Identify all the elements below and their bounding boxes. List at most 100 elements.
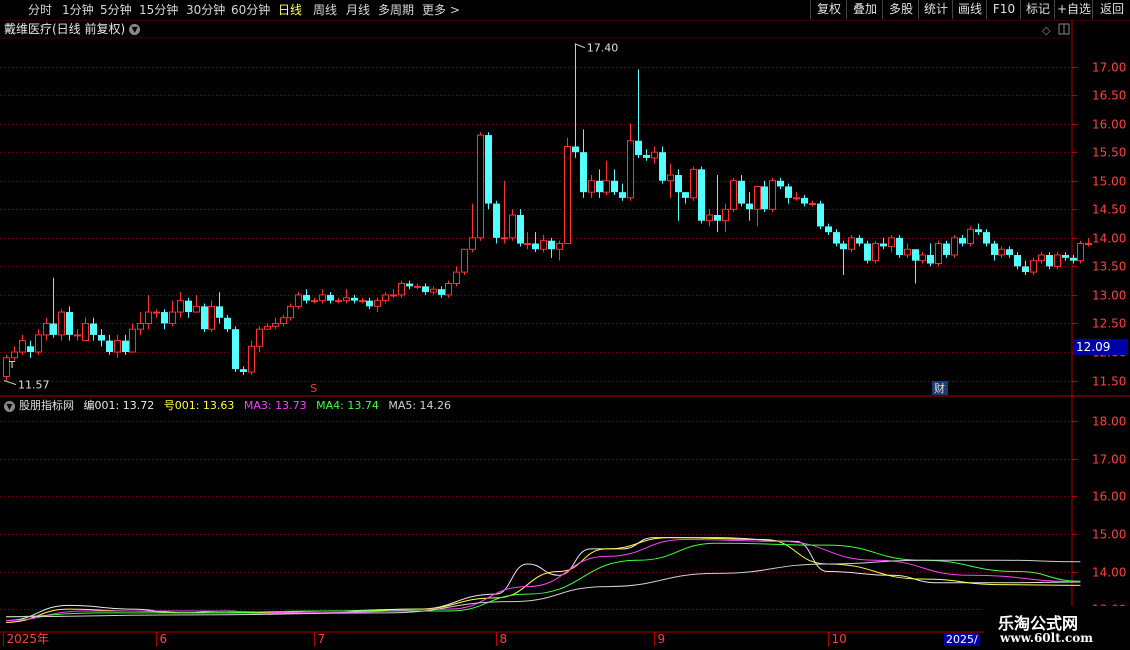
candle-body	[445, 283, 452, 296]
candle-body	[572, 146, 579, 153]
candle-body	[943, 243, 950, 255]
candle-body	[1077, 243, 1084, 262]
candle-body	[912, 249, 919, 261]
y-tick-label: 14.00	[1092, 232, 1126, 246]
candle-body	[746, 203, 753, 210]
candle-body	[382, 294, 389, 302]
low-marker	[3, 380, 17, 386]
candle-body	[438, 289, 445, 295]
y-tick-label: 13.00	[1092, 289, 1126, 303]
candle-body	[596, 180, 603, 193]
y-tick-label: 12.50	[1092, 317, 1126, 331]
candle-body	[959, 237, 966, 244]
candle-body	[904, 248, 911, 256]
candle-body	[161, 312, 168, 324]
candle-body	[1062, 254, 1069, 258]
candle-body	[896, 237, 903, 255]
candle-body	[801, 197, 808, 204]
candle-body	[1030, 260, 1037, 273]
candle-body	[540, 240, 547, 250]
candle-body	[216, 306, 223, 318]
candle-body	[366, 300, 373, 307]
candle-body	[287, 305, 294, 319]
candle-body	[848, 237, 855, 250]
y-tick-label: 15.00	[1092, 528, 1126, 542]
candlestick-chart[interactable]: 11.5012.0012.5013.0013.5014.0014.5015.00…	[0, 0, 1130, 650]
candle-body	[343, 297, 350, 302]
candle-body	[1070, 257, 1077, 261]
candle-body	[517, 215, 524, 244]
candle-body	[335, 300, 342, 303]
chevron-down-icon[interactable]: ▼	[4, 400, 15, 412]
s-mark: S	[310, 382, 317, 395]
candle-body	[627, 140, 634, 199]
candle-body	[11, 351, 18, 359]
candle-body	[264, 325, 271, 330]
candle-body	[122, 340, 129, 353]
candle-body	[193, 305, 200, 313]
y-tick-label: 13.50	[1092, 260, 1126, 274]
candle-body	[208, 305, 215, 330]
candle-body	[19, 340, 26, 353]
candle-body	[975, 229, 982, 233]
candle-body	[359, 300, 366, 303]
candle-body	[430, 288, 437, 293]
candle-body	[682, 192, 689, 198]
candle-body	[461, 248, 468, 273]
candle-body	[1022, 266, 1029, 273]
candle-body	[272, 322, 279, 327]
candle-body	[398, 283, 405, 296]
candle-body	[690, 168, 697, 199]
logo-url: www.60lt.com	[1000, 631, 1093, 645]
date-cursor-label: 2025/	[946, 633, 978, 646]
x-tick-label: 6	[160, 632, 168, 646]
candle-body	[840, 243, 847, 250]
candle-body	[991, 243, 998, 255]
low-label: 11.57	[18, 379, 50, 392]
y-tick-label: 17.00	[1092, 61, 1126, 75]
candle-body	[864, 243, 871, 261]
candle-body	[619, 192, 626, 198]
candle-body	[998, 248, 1005, 256]
y-tick-label: 15.50	[1092, 146, 1126, 160]
candle-body	[872, 243, 879, 262]
candle-body	[351, 297, 358, 301]
candle-body	[1014, 254, 1021, 267]
candle-body	[1006, 249, 1013, 255]
candle-body	[659, 152, 666, 181]
high-label: 17.40	[587, 42, 619, 55]
candle-body	[114, 340, 121, 353]
candle-body	[967, 228, 974, 245]
candle-body	[327, 294, 334, 301]
candle-body	[1046, 254, 1053, 267]
candle-body	[856, 237, 863, 244]
candle-body	[485, 135, 492, 204]
t-mark: T	[8, 360, 16, 371]
candle-body	[90, 323, 97, 335]
indicator-value: MA3: 13.73	[243, 399, 307, 412]
candle-body	[793, 197, 800, 200]
x-tick-label: 9	[658, 632, 666, 646]
current-price-label: 12.09	[1076, 340, 1110, 354]
x-tick-label: 8	[500, 632, 508, 646]
candle-body	[390, 294, 397, 297]
indicator-name: 股朋指标网	[19, 399, 74, 412]
candle-body	[43, 322, 50, 336]
indicator-value: MA5: 14.26	[388, 399, 452, 412]
candle-body	[1038, 254, 1045, 262]
candle-body	[754, 185, 761, 210]
candle-body	[224, 317, 231, 330]
indicator-title: ▼ 股朋指标网 编001: 13.72 号001: 13.63 MA3: 13.7…	[4, 398, 457, 414]
indicator-value: 号001: 13.63	[163, 399, 235, 412]
candle-body	[82, 322, 89, 342]
candle-body	[951, 237, 958, 256]
candle-body	[919, 254, 926, 262]
candle-body	[27, 346, 34, 353]
candle-body	[809, 203, 816, 206]
candle-body	[501, 237, 508, 240]
candle-body	[785, 186, 792, 198]
candle-body	[406, 283, 413, 287]
candle-body	[201, 306, 208, 330]
candle-body	[1054, 254, 1061, 267]
candle-body	[643, 155, 650, 158]
